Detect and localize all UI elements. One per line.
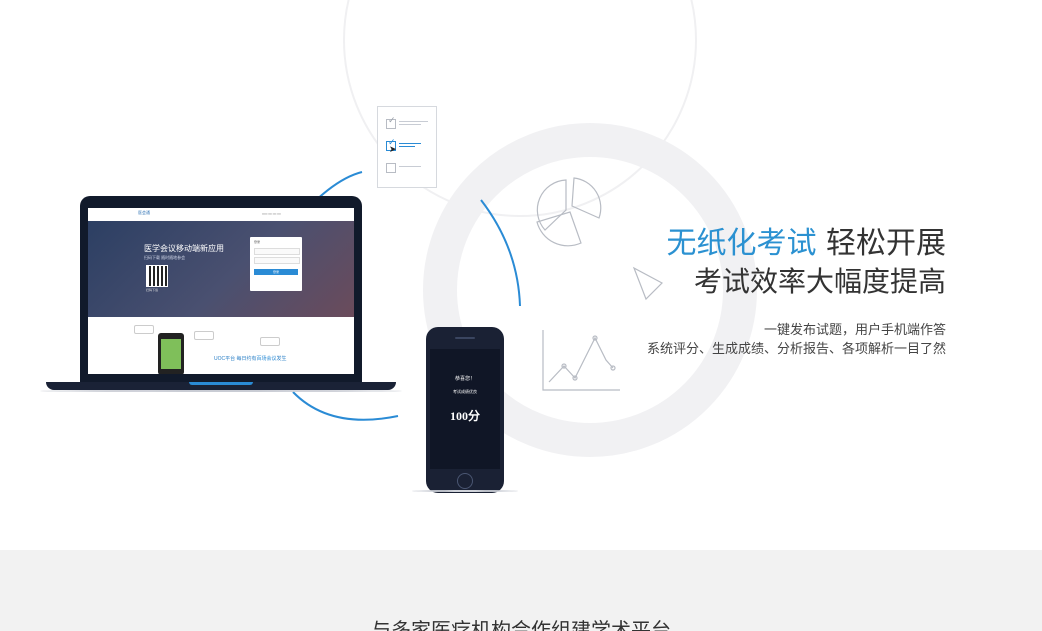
headline-line-1: 无纸化考试 轻松开展 — [666, 224, 946, 264]
headline-rest: 轻松开展 — [816, 226, 946, 261]
screen-lower-section: UOC平台 每日约有百场会议发生 — [88, 317, 354, 374]
speech-bubble-icon — [260, 337, 280, 346]
phone-illustration: 恭喜您！ 考试成绩优良 100分 — [426, 327, 504, 493]
description-line-2: 系统评分、生成成绩、分析报告、各项解析一目了然 — [646, 342, 946, 357]
hero-section: ✓ ✓ ➤ 医会通 ━━━ ━━ ━━ ━━ 医学会议移动端新应用 扫码下载 随… — [0, 0, 1042, 550]
screen-username-field — [254, 248, 300, 255]
screen-password-field — [254, 257, 300, 264]
speech-bubble-icon — [194, 331, 214, 340]
hero-description: 一键发布试题，用户手机端作答 系统评分、生成成绩、分析报告、各项解析一目了然 — [647, 321, 946, 359]
headline-line-2: 考试效率大幅度提高 — [693, 265, 946, 298]
play-arrow-icon — [632, 266, 663, 301]
pie-chart-icon — [536, 177, 602, 247]
checklist-row — [386, 163, 428, 173]
qr-code-icon — [146, 265, 168, 287]
screen-navbar: 医会通 ━━━ ━━ ━━ ━━ — [88, 208, 354, 222]
speech-bubble-icon — [134, 325, 154, 334]
screen-login-box: 登录 登录 — [250, 237, 302, 291]
checklist-card-icon: ✓ ✓ — [377, 106, 437, 188]
partners-section: 与多家医疗机构合作组建学术平台 — [0, 550, 1042, 631]
cursor-icon: ➤ — [389, 145, 397, 155]
phone-score: 100分 — [449, 409, 480, 423]
screen-login-title: 登录 — [254, 240, 261, 244]
laptop-notch — [189, 382, 253, 385]
qr-label: 扫码下载 — [146, 288, 159, 292]
screen-phone-illustration — [158, 333, 184, 374]
screen-caption: UOC平台 每日约有百场会议发生 — [214, 356, 287, 362]
screen-login-button: 登录 — [254, 269, 298, 275]
laptop-illustration: 医会通 ━━━ ━━ ━━ ━━ 医学会议移动端新应用 扫码下载 随时随地参会 … — [40, 196, 402, 392]
line-chart-icon — [542, 330, 620, 391]
hero-headline: 无纸化考试 轻松开展 考试效率大幅度提高 — [666, 224, 946, 300]
checkbox-icon — [386, 163, 396, 173]
partners-title: 与多家医疗机构合作组建学术平台 — [371, 618, 671, 631]
screen-nav-links: ━━━ ━━ ━━ ━━ — [262, 212, 281, 216]
screen-banner-subtitle: 扫码下载 随时随地参会 — [144, 255, 186, 260]
phone-shadow — [412, 490, 518, 492]
headline-accent: 无纸化考试 — [666, 226, 817, 261]
phone-home-button — [457, 473, 473, 489]
screen-logo: 医会通 — [138, 210, 150, 215]
phone-speaker — [455, 337, 475, 339]
screen-banner: 医学会议移动端新应用 扫码下载 随时随地参会 扫码下载 登录 登录 — [88, 221, 354, 317]
phone-screen: 恭喜您！ 考试成绩优良 100分 — [430, 349, 500, 469]
screen-banner-title: 医学会议移动端新应用 — [144, 244, 224, 253]
checklist-row: ✓ — [386, 117, 428, 129]
phone-message: 考试成绩优良 — [453, 389, 477, 394]
blue-arc-bottom — [292, 391, 399, 421]
phone-greeting: 恭喜您！ — [454, 376, 475, 382]
description-line-1: 一键发布试题，用户手机端作答 — [763, 323, 946, 338]
checkbox-icon: ✓ — [386, 117, 396, 129]
laptop-shadow — [40, 390, 402, 392]
laptop-screen: 医会通 ━━━ ━━ ━━ ━━ 医学会议移动端新应用 扫码下载 随时随地参会 … — [88, 208, 354, 374]
